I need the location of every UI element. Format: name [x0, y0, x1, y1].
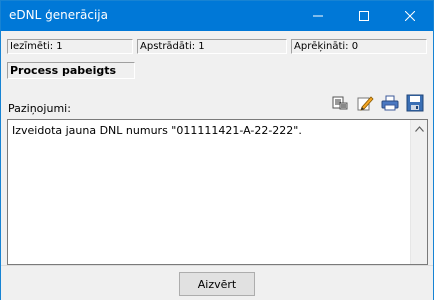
title-bar[interactable]: eDNL ģenerācija	[1, 1, 433, 31]
chevron-up-icon	[414, 125, 424, 132]
close-window-button[interactable]	[387, 1, 433, 31]
edit-pencil-icon	[357, 96, 374, 111]
save-disk-icon	[406, 94, 424, 112]
processed-count-field: Apstrādāti: 1	[137, 39, 287, 54]
printer-icon	[381, 95, 399, 111]
scroll-up-button[interactable]	[411, 120, 427, 137]
calculated-count-field: Aprēķināti: 0	[291, 39, 427, 54]
copy-list-icon	[332, 96, 348, 110]
print-button[interactable]	[381, 94, 399, 112]
notification-message: Izveidota jauna DNL numurs "011111421-A-…	[12, 124, 302, 137]
save-button[interactable]	[406, 94, 424, 112]
window-title: eDNL ģenerācija	[9, 8, 108, 22]
maximize-icon	[359, 11, 369, 21]
notifications-label: Paziņojumi:	[8, 102, 71, 115]
dialog-footer: Aizvērt	[1, 265, 433, 300]
notifications-textarea[interactable]: Izveidota jauna DNL numurs "011111421-A-…	[7, 119, 428, 265]
minimize-icon	[313, 15, 323, 17]
edit-button[interactable]	[356, 94, 374, 112]
close-icon	[405, 11, 415, 21]
minimize-button[interactable]	[295, 1, 341, 31]
maximize-button[interactable]	[341, 1, 387, 31]
vertical-scrollbar[interactable]	[410, 120, 427, 264]
marked-count-field: Iezīmēti: 1	[7, 39, 133, 54]
process-status-field: Process pabeigts	[7, 62, 135, 79]
close-dialog-button[interactable]: Aizvērt	[179, 272, 255, 296]
copy-list-button[interactable]	[331, 94, 349, 112]
dialog-window: eDNL ģenerācija Iezīmēti: 1 Apstrādāti: …	[0, 0, 434, 300]
